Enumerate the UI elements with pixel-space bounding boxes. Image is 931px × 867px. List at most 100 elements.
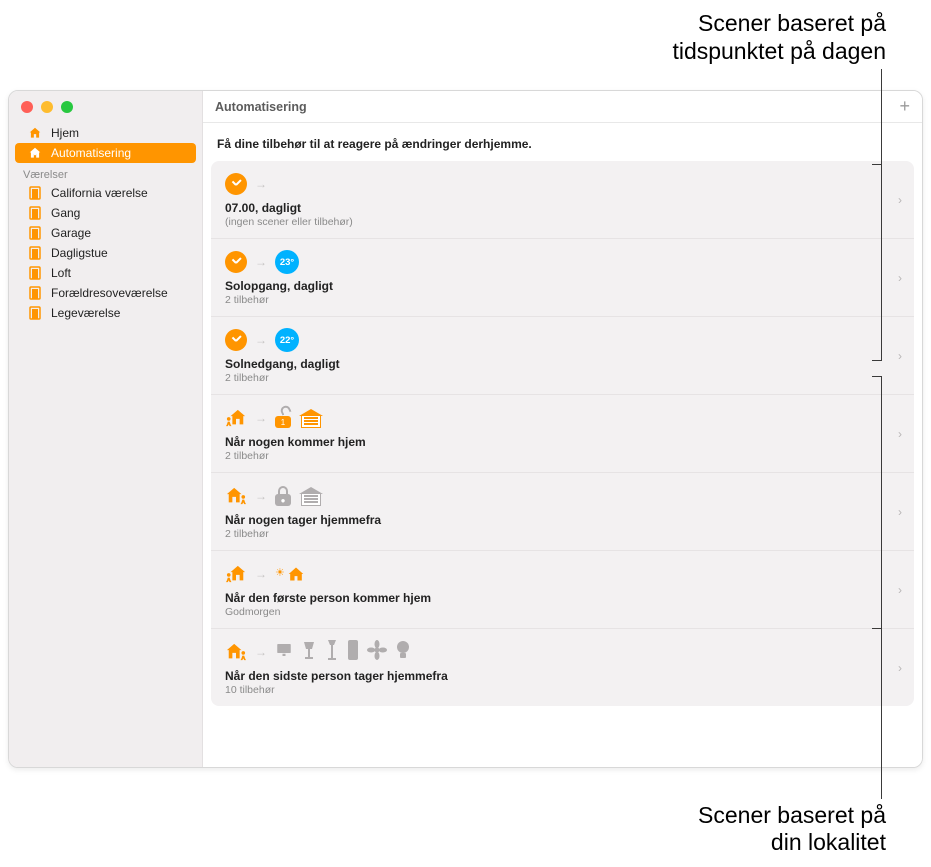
thermostat-icon: 23° [275,250,299,274]
door-icon [27,286,43,300]
row-title: Solnedgang, dagligt [225,357,882,371]
chevron-right-icon: › [898,193,902,207]
lightbulb-icon [395,640,411,665]
sidebar-item-label: Hjem [51,126,79,140]
sidebar-item-label: California værelse [51,186,148,200]
person-leaves-home-icon [225,642,247,662]
sidebar-item-room[interactable]: Loft [15,263,196,283]
automation-icon [27,146,43,160]
window-controls [9,97,202,123]
sidebar-item-automation[interactable]: Automatisering [15,143,196,163]
row-icons: → [225,171,882,197]
lamp-icon [301,640,317,665]
automation-row-first-person-arrives[interactable]: → ☀ Når den første person kommer hjem Go… [211,551,914,629]
row-title: 07.00, dagligt [225,201,882,215]
close-window-button[interactable] [21,101,33,113]
screen-icon [275,641,293,664]
page-title: Automatisering [215,100,307,114]
sidebar-item-label: Gang [51,206,80,220]
person-arrives-home-icon [225,564,247,584]
callout-text: Scener baseret på [698,10,886,36]
arrow-icon: → [255,489,267,503]
sidebar-item-room[interactable]: Dagligstue [15,243,196,263]
sidebar: Hjem Automatisering Værelser California … [9,91,203,767]
callout-text: din lokalitet [771,829,886,855]
arrow-icon: → [255,177,267,191]
arrow-icon: → [255,411,267,425]
sidebar-item-room[interactable]: Garage [15,223,196,243]
row-subtitle: 2 tilbehør [225,294,882,306]
garage-open-icon [299,409,323,428]
page-subtitle: Få dine tilbehør til at reagere på ændri… [203,123,922,161]
chevron-right-icon: › [898,349,902,363]
row-title: Når nogen kommer hjem [225,435,882,449]
garage-closed-icon [299,487,323,506]
row-icons: → 1 [225,405,882,431]
arrow-icon: → [255,333,267,347]
automation-row-sunrise[interactable]: → 23° Solopgang, dagligt 2 tilbehør › [211,239,914,317]
automation-row-sunset[interactable]: → 22° Solnedgang, dagligt 2 tilbehør › [211,317,914,395]
row-subtitle: 2 tilbehør [225,450,882,462]
chevron-right-icon: › [898,505,902,519]
lock-closed-icon: ● [275,486,291,506]
content-area: Automatisering + Få dine tilbehør til at… [203,91,922,767]
sidebar-item-label: Dagligstue [51,246,108,260]
toolbar: Automatisering + [203,91,922,123]
row-subtitle: (ingen scener eller tilbehør) [225,216,882,228]
row-icons: → 22° [225,327,882,353]
minimize-window-button[interactable] [41,101,53,113]
sidebar-item-room[interactable]: California værelse [15,183,196,203]
row-subtitle: Godmorgen [225,606,882,618]
app-window: Hjem Automatisering Værelser California … [8,90,923,768]
sidebar-item-label: Forældresoveværelse [51,286,168,300]
row-icons: → ☀ [225,561,882,587]
callout-time-of-day: Scener baseret på tidspunktet på dagen [672,10,886,65]
sidebar-item-room[interactable]: Legeværelse [15,303,196,323]
row-icons: → ● [225,483,882,509]
arrow-icon: → [255,645,267,659]
chevron-right-icon: › [898,583,902,597]
door-icon [27,206,43,220]
automation-row-last-person-leaves[interactable]: → [211,629,914,706]
fullscreen-window-button[interactable] [61,101,73,113]
row-icons: → [225,639,882,665]
sidebar-item-label: Garage [51,226,91,240]
row-title: Når nogen tager hjemmefra [225,513,882,527]
door-icon [27,306,43,320]
sidebar-item-home[interactable]: Hjem [15,123,196,143]
door-icon [27,246,43,260]
row-title: Når den første person kommer hjem [225,591,882,605]
sidebar-item-room[interactable]: Forældresoveværelse [15,283,196,303]
automation-row-time-0700[interactable]: → 07.00, dagligt (ingen scener eller til… [211,161,914,239]
automation-row-leave-home[interactable]: → ● Når nogen tager hjemmefra 2 tilbehør… [211,473,914,551]
callout-location: Scener baseret på din lokalitet [698,802,886,857]
chevron-right-icon: › [898,661,902,675]
row-title: Solopgang, dagligt [225,279,882,293]
sidebar-section-rooms: Værelser [9,163,202,183]
row-title: Når den sidste person tager hjemmefra [225,669,882,683]
chevron-right-icon: › [898,427,902,441]
clock-icon [225,329,247,351]
add-automation-button[interactable]: + [899,96,910,117]
row-subtitle: 10 tilbehør [225,684,882,696]
speaker-icon [347,639,359,666]
row-subtitle: 2 tilbehør [225,528,882,540]
automation-list: → 07.00, dagligt (ingen scener eller til… [211,161,914,706]
lock-open-icon: 1 [275,408,291,428]
chevron-right-icon: › [898,271,902,285]
row-icons: → 23° [225,249,882,275]
sidebar-item-label: Automatisering [51,146,131,160]
clock-icon [225,251,247,273]
thermostat-icon: 22° [275,328,299,352]
fan-icon [367,640,387,665]
door-icon [27,186,43,200]
sidebar-item-room[interactable]: Gang [15,203,196,223]
clock-icon [225,173,247,195]
door-icon [27,266,43,280]
row-subtitle: 2 tilbehør [225,372,882,384]
sidebar-item-label: Legeværelse [51,306,120,320]
sidebar-item-label: Loft [51,266,71,280]
sun-house-icon: ☀ [275,566,305,582]
floor-lamp-icon [325,639,339,666]
automation-row-arrive-home[interactable]: → 1 Når nogen kommer hjem 2 tilbehør › [211,395,914,473]
